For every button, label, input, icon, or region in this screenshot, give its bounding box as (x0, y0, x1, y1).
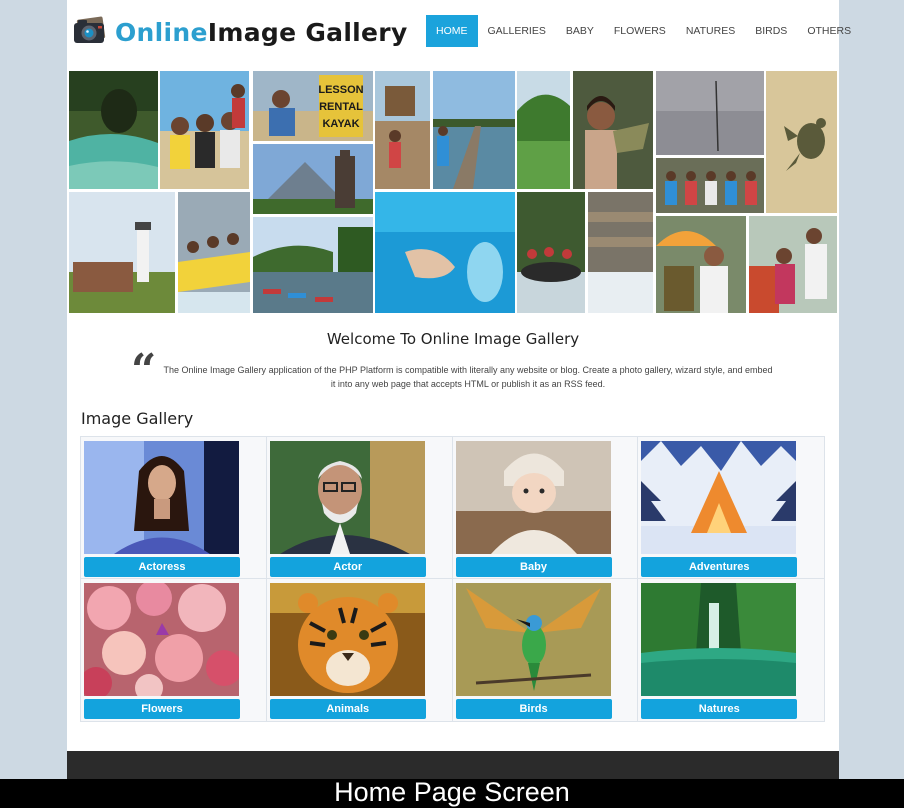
gallery-heading: Image Gallery (81, 409, 194, 428)
actoress-thumbnail[interactable] (84, 441, 239, 554)
natures-thumbnail[interactable] (641, 583, 797, 696)
animals-thumbnail[interactable] (269, 583, 425, 696)
category-card-birds[interactable]: Birds (452, 579, 639, 721)
collage-group-photo (160, 71, 249, 189)
collage-lighthouse-photo (69, 192, 175, 313)
collage-rafting-photo (517, 192, 585, 313)
collage-pier-photo (433, 71, 515, 189)
birds-thumbnail[interactable] (455, 583, 611, 696)
collage-underwater-photo (375, 192, 515, 313)
screen-caption: Home Page Screen (0, 779, 904, 808)
brand-part-gallery: Image Gallery (207, 18, 408, 47)
quote-icon: “ (131, 345, 157, 396)
sign-text-kayak: KAYAK (322, 118, 359, 130)
category-button-animals[interactable]: Animals (269, 699, 426, 719)
brand-part-online: Online (115, 18, 208, 47)
collage-green-hills-photo (517, 71, 570, 189)
category-card-actoress[interactable]: Actoress (81, 437, 267, 579)
adventures-thumbnail[interactable] (641, 441, 797, 554)
collage-banana-boat-photo (178, 192, 250, 313)
collage-volcano-church-photo (253, 144, 373, 214)
category-button-actoress[interactable]: Actoress (84, 557, 240, 577)
welcome-title: Welcome To Online Image Gallery (326, 330, 580, 348)
collage-river-boats-photo (253, 217, 373, 313)
category-button-baby[interactable]: Baby (455, 557, 612, 577)
category-card-natures[interactable]: Natures (638, 579, 824, 721)
collage-sky-pole-photo (656, 71, 764, 155)
welcome-description: The Online Image Gallery application of … (163, 365, 773, 389)
collage-team-photo (656, 158, 764, 213)
category-button-actor[interactable]: Actor (269, 557, 426, 577)
category-button-flowers[interactable]: Flowers (84, 699, 240, 719)
category-grid: Actoress Actor Baby Adventures Flowers A… (80, 436, 825, 722)
category-card-flowers[interactable]: Flowers (81, 579, 267, 721)
brand-title[interactable]: OnlineImage Gallery (115, 18, 408, 47)
category-button-birds[interactable]: Birds (455, 699, 612, 719)
baby-thumbnail[interactable] (455, 441, 611, 554)
camera-logo-icon (72, 15, 108, 45)
collage-umbrella-girl-photo (656, 216, 746, 313)
nav-home[interactable]: HOME (426, 15, 478, 47)
main-nav: HOME GALLERIES BABY FLOWERS NATURES BIRD… (426, 15, 861, 47)
nav-birds[interactable]: BIRDS (745, 15, 797, 47)
header: OnlineImage Gallery HOME GALLERIES BABY … (67, 0, 851, 66)
category-card-baby[interactable]: Baby (452, 437, 639, 579)
nav-galleries[interactable]: GALLERIES (478, 15, 556, 47)
collage-cliff-stairs-photo (588, 192, 653, 313)
photo-collage: LESSON RENTAL KAYAK (69, 71, 837, 313)
nav-baby[interactable]: BABY (556, 15, 604, 47)
collage-girl-lizard-photo (573, 71, 653, 189)
collage-zipline-photo (749, 216, 837, 313)
page: OnlineImage Gallery HOME GALLERIES BABY … (67, 0, 851, 808)
sign-text-rental: RENTAL (319, 101, 363, 113)
category-card-actor[interactable]: Actor (266, 437, 453, 579)
nav-flowers[interactable]: FLOWERS (604, 15, 676, 47)
nav-natures[interactable]: NATURES (676, 15, 745, 47)
collage-kayak-sign-photo: LESSON RENTAL KAYAK (253, 71, 373, 141)
collage-sea-turtle-photo (766, 71, 837, 213)
category-button-adventures[interactable]: Adventures (641, 557, 798, 577)
category-card-animals[interactable]: Animals (266, 579, 453, 721)
collage-cave-lagoon-photo (69, 71, 158, 189)
flowers-thumbnail[interactable] (84, 583, 239, 696)
category-button-natures[interactable]: Natures (641, 699, 798, 719)
actor-thumbnail[interactable] (269, 441, 425, 554)
category-card-adventures[interactable]: Adventures (638, 437, 824, 579)
collage-beach-sign-photo (375, 71, 430, 189)
sign-text-lesson: LESSON (318, 84, 363, 96)
nav-others[interactable]: OTHERS (797, 15, 861, 47)
